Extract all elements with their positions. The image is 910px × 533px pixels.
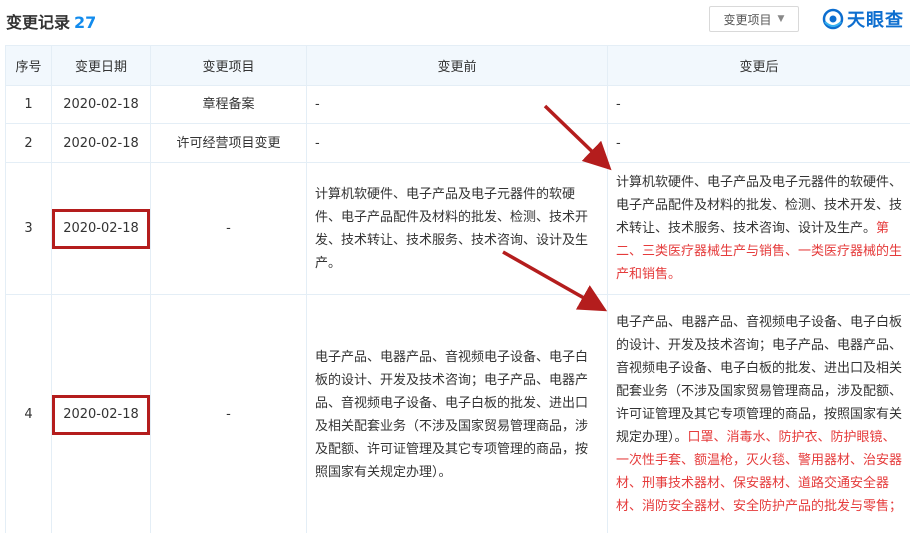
section-title-text: 变更记录 — [6, 13, 71, 32]
row-before: 电子产品、电器产品、音视频电子设备、电子白板的设计、开发及技术咨询；电子产品、电… — [306, 294, 608, 533]
row-after-text: 电子产品、电器产品、音视频电子设备、电子白板的设计、开发及技术咨询；电子产品、电… — [616, 315, 903, 445]
highlighted-date-box: 2020-02-18 — [52, 208, 150, 249]
row-index: 4 — [5, 294, 52, 533]
row-item: - — [150, 294, 307, 533]
table-header-row: 序号 变更日期 变更项目 变更前 变更后 — [5, 45, 910, 86]
row-after: - — [607, 85, 910, 124]
table-row: 4 2020-02-18 - 电子产品、电器产品、音视频电子设备、电子白板的设计… — [5, 294, 910, 533]
row-after: - — [607, 123, 910, 163]
logo-text: 天眼查 — [847, 10, 904, 31]
row-after-text: 计算机软硬件、电子产品及电子元器件的软硬件、电子产品配件及材料的批发、检测、技术… — [616, 175, 903, 236]
row-before: - — [306, 123, 608, 163]
header: 变更记录 27 变更项目 ▼ 天眼查 — [0, 0, 910, 40]
row-date-cell: 2020-02-18 — [51, 162, 151, 295]
row-date: 2020-02-18 — [51, 85, 151, 124]
col-header-date: 变更日期 — [51, 45, 151, 86]
table-row: 1 2020-02-18 章程备案 - - — [5, 85, 910, 124]
col-header-after: 变更后 — [607, 45, 910, 86]
row-item: - — [150, 162, 307, 295]
logo-eye-icon — [822, 8, 844, 30]
row-date-cell: 2020-02-18 — [51, 294, 151, 533]
col-header-before: 变更前 — [306, 45, 608, 86]
row-before: 计算机软硬件、电子产品及电子元器件的软硬件、电子产品配件及材料的批发、检测、技术… — [306, 162, 608, 295]
row-item: 许可经营项目变更 — [150, 123, 307, 163]
change-item-filter-dropdown[interactable]: 变更项目 ▼ — [709, 6, 799, 32]
row-index: 1 — [5, 85, 52, 124]
tianyancha-logo: 天眼查 — [822, 7, 904, 31]
record-count: 27 — [74, 13, 97, 32]
row-after-cell: 电子产品、电器产品、音视频电子设备、电子白板的设计、开发及技术咨询；电子产品、电… — [607, 294, 910, 533]
col-header-index: 序号 — [5, 45, 52, 86]
caret-down-icon: ▼ — [777, 14, 785, 24]
row-after-cell: 计算机软硬件、电子产品及电子元器件的软硬件、电子产品配件及材料的批发、检测、技术… — [607, 162, 910, 295]
row-index: 3 — [5, 162, 52, 295]
highlighted-date-box: 2020-02-18 — [52, 394, 150, 435]
table-row: 3 2020-02-18 - 计算机软硬件、电子产品及电子元器件的软硬件、电子产… — [5, 162, 910, 295]
col-header-item: 变更项目 — [150, 45, 307, 86]
row-date: 2020-02-18 — [51, 123, 151, 163]
row-item: 章程备案 — [150, 85, 307, 124]
filter-label: 变更项目 — [723, 12, 772, 27]
row-index: 2 — [5, 123, 52, 163]
table-row: 2 2020-02-18 许可经营项目变更 - - — [5, 123, 910, 163]
section-title: 变更记录 27 — [6, 9, 96, 33]
change-records-table: 序号 变更日期 变更项目 变更前 变更后 1 2020-02-18 章程备案 -… — [5, 45, 910, 533]
row-before: - — [306, 85, 608, 124]
